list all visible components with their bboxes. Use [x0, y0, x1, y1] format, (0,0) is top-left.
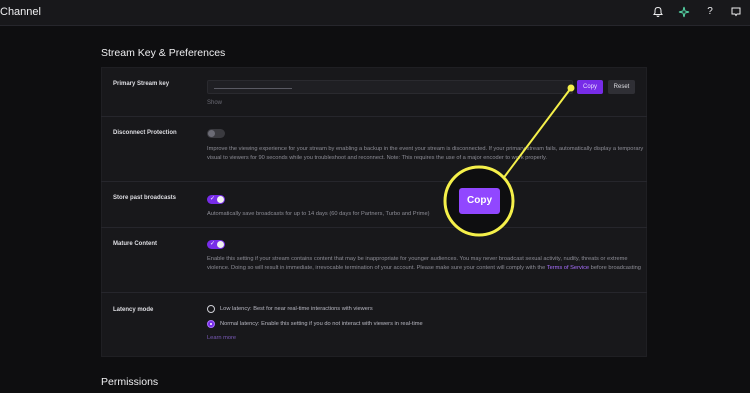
check-icon: ✓	[210, 241, 216, 247]
store-broadcasts-description: Automatically save broadcasts for up to …	[207, 211, 430, 217]
mature-content-description: Enable this setting if your stream conta…	[207, 255, 647, 272]
toggle-knob	[217, 241, 224, 248]
disconnect-protection-toggle[interactable]	[207, 129, 225, 138]
copy-button[interactable]: Copy	[577, 80, 603, 94]
latency-option-label: Low latency: Best for near real-time int…	[220, 306, 373, 312]
top-bar: Channel ?	[0, 0, 750, 26]
inbox-icon[interactable]	[730, 6, 742, 18]
copy-button-magnified[interactable]: Copy	[459, 188, 500, 214]
section-title: Stream Key & Preferences	[101, 47, 226, 59]
divider	[101, 292, 647, 293]
stream-key-label: Primary Stream key	[113, 81, 170, 87]
sparkle-icon[interactable]	[678, 6, 690, 18]
latency-option-label: Normal latency: Enable this setting if y…	[220, 321, 423, 327]
disconnect-protection-label: Disconnect Protection	[113, 130, 177, 136]
divider	[101, 181, 647, 182]
radio-button[interactable]	[207, 305, 215, 313]
stream-key-input[interactable]	[207, 80, 573, 94]
mature-text-end: before broadcasting	[589, 264, 641, 271]
mature-content-toggle[interactable]: ✓	[207, 240, 225, 249]
top-bar-icons: ?	[652, 6, 742, 18]
show-key-link[interactable]: Show	[207, 100, 222, 106]
store-broadcasts-toggle[interactable]: ✓	[207, 195, 225, 204]
latency-option-normal[interactable]: Normal latency: Enable this setting if y…	[207, 320, 423, 328]
divider	[101, 116, 647, 117]
terms-of-service-link[interactable]: Terms of Service	[547, 265, 589, 271]
learn-more-link[interactable]: Learn more	[207, 335, 236, 341]
mature-content-label: Mature Content	[113, 241, 157, 247]
permissions-title: Permissions	[101, 376, 159, 388]
page-title: Channel	[0, 6, 41, 18]
bell-icon[interactable]	[652, 6, 664, 18]
divider	[101, 227, 647, 228]
latency-mode-label: Latency mode	[113, 307, 154, 313]
disconnect-protection-description: Improve the viewing experience for your …	[207, 146, 644, 161]
toggle-knob	[217, 196, 224, 203]
latency-option-low[interactable]: Low latency: Best for near real-time int…	[207, 305, 373, 313]
toggle-knob	[208, 130, 215, 137]
store-broadcasts-label: Store past broadcasts	[113, 195, 177, 201]
reset-button[interactable]: Reset	[608, 80, 635, 94]
radio-button-selected[interactable]	[207, 320, 215, 328]
help-icon[interactable]: ?	[704, 6, 716, 18]
check-icon: ✓	[210, 196, 216, 202]
masked-key	[214, 88, 292, 89]
